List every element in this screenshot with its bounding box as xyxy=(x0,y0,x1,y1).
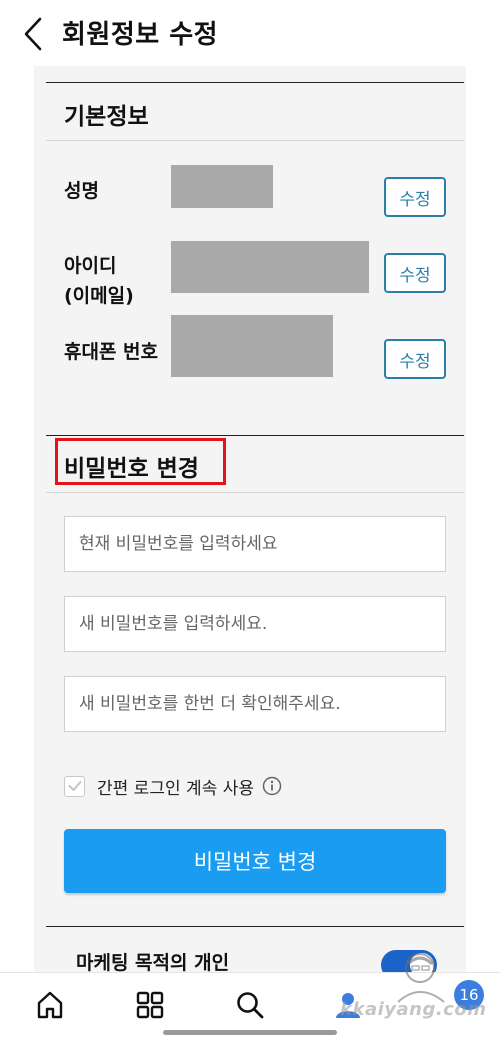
change-password-button[interactable]: 비밀번호 변경 xyxy=(64,829,446,893)
search-icon xyxy=(237,992,264,1019)
id-label: 아이디 (이메일) xyxy=(64,251,134,311)
edit-name-button[interactable]: 수정 xyxy=(384,177,446,217)
checkmark-icon xyxy=(68,781,81,791)
nav-categories[interactable] xyxy=(132,987,168,1023)
id-value-masked xyxy=(171,241,369,293)
section-divider xyxy=(46,435,464,436)
basic-info-title: 기본정보 xyxy=(64,104,149,130)
confirm-password-input[interactable] xyxy=(64,676,446,732)
marketing-consent-label: 마케팅 목적의 개인 xyxy=(76,952,230,974)
new-password-input[interactable] xyxy=(64,596,446,652)
section-subdivider xyxy=(46,492,464,493)
page-title: 회원정보 수정 xyxy=(62,20,219,50)
nav-search[interactable] xyxy=(232,987,268,1023)
keep-login-label: 간편 로그인 계속 사용 xyxy=(97,778,254,799)
keep-login-row: 간편 로그인 계속 사용 xyxy=(64,772,282,800)
highlight-annotation xyxy=(55,438,226,485)
home-icon xyxy=(37,991,63,1019)
phone-label: 휴대폰 번호 xyxy=(64,341,159,363)
section-subdivider xyxy=(46,140,464,141)
section-divider xyxy=(46,926,464,927)
home-indicator xyxy=(163,1030,337,1035)
app-root: 회원정보 수정 기본정보 성명 수정 아이디 (이메일) 수정 휴대폰 번호 수… xyxy=(0,0,500,1044)
chevron-left-icon xyxy=(24,17,42,51)
name-value-masked xyxy=(171,165,273,208)
watermark-text: kkaiyang.com xyxy=(340,999,487,1020)
info-icon[interactable] xyxy=(262,776,282,796)
section-divider xyxy=(46,82,464,83)
grid-icon xyxy=(136,991,164,1019)
id-label-line2: (이메일) xyxy=(64,285,134,307)
phone-value-masked xyxy=(171,315,333,377)
edit-phone-button[interactable]: 수정 xyxy=(384,339,446,379)
current-password-input[interactable] xyxy=(64,516,446,572)
back-button[interactable] xyxy=(16,14,50,54)
id-label-line1: 아이디 xyxy=(64,255,117,277)
name-label: 성명 xyxy=(64,180,99,202)
nav-home[interactable] xyxy=(32,987,68,1023)
keep-login-checkbox[interactable] xyxy=(64,775,85,797)
edit-id-button[interactable]: 수정 xyxy=(384,253,446,293)
header: 회원정보 수정 xyxy=(0,0,500,66)
